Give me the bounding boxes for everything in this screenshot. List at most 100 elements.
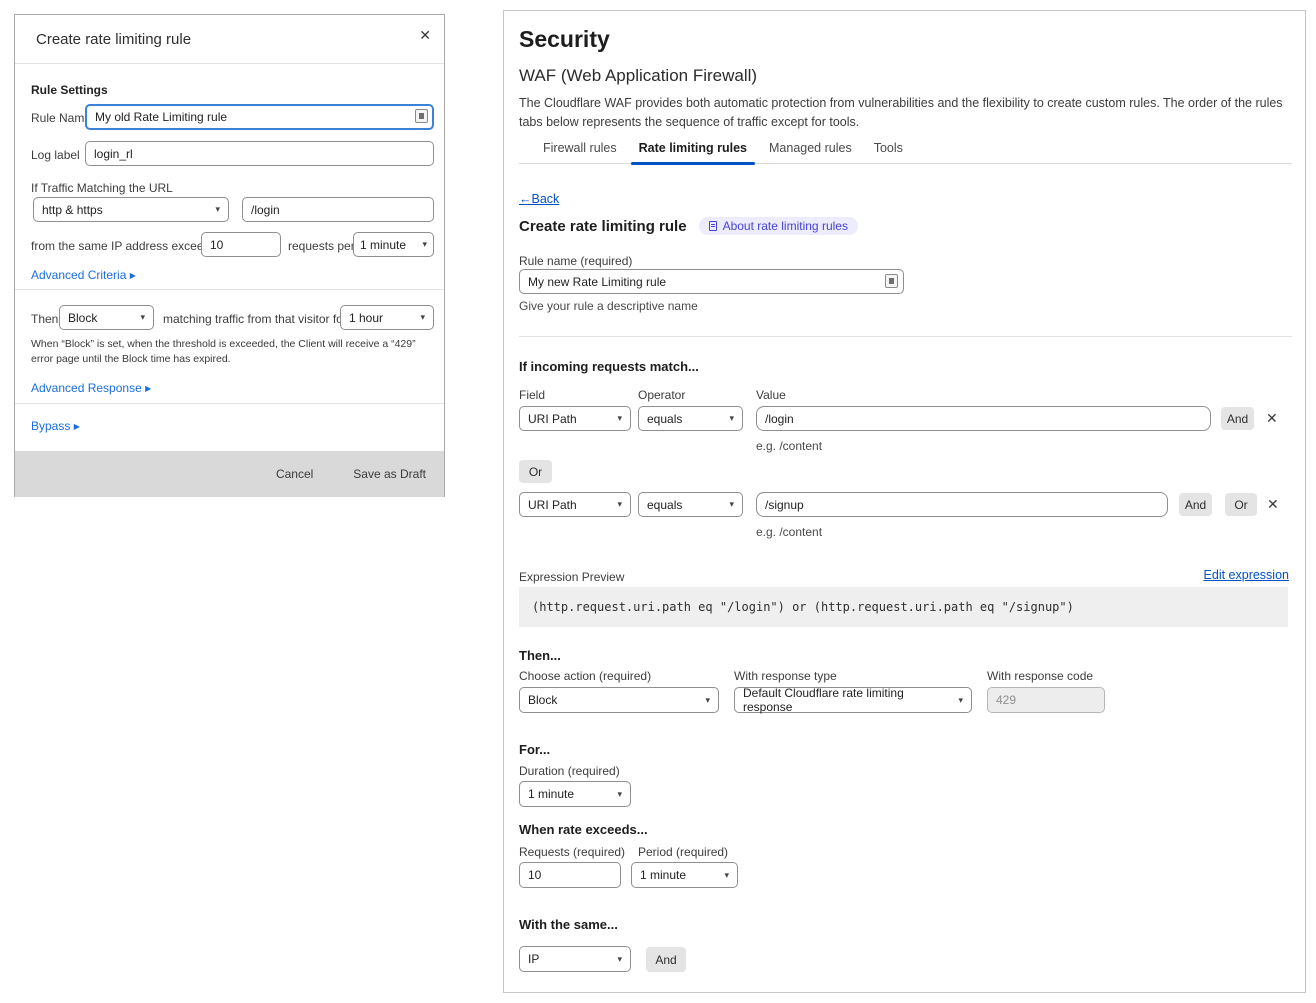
chevron-down-icon: ▾ bbox=[617, 499, 622, 510]
section-divider bbox=[15, 289, 444, 290]
value-input[interactable] bbox=[756, 492, 1168, 517]
advanced-response-link[interactable]: Advanced Response ▶ bbox=[31, 381, 151, 395]
and-characteristic-button[interactable]: And bbox=[646, 947, 686, 972]
operator-select[interactable]: equals ▾ bbox=[638, 492, 743, 517]
rule-name-helper: Give your rule a descriptive name bbox=[519, 299, 698, 313]
value-column-label: Value bbox=[756, 388, 786, 402]
requests-label: Requests (required) bbox=[519, 845, 625, 859]
then-section-heading: Then... bbox=[519, 648, 561, 663]
log-label-input[interactable] bbox=[85, 141, 434, 166]
caret-right-icon: ▶ bbox=[130, 271, 136, 280]
arrow-left-icon: ← bbox=[519, 192, 532, 206]
response-type-select[interactable]: Default Cloudflare rate limiting respons… bbox=[734, 687, 972, 713]
chevron-down-icon: ▾ bbox=[729, 413, 734, 424]
value-helper: e.g. /content bbox=[756, 439, 822, 453]
and-button[interactable]: And bbox=[1221, 407, 1254, 430]
chevron-down-icon: ▾ bbox=[729, 499, 734, 510]
response-type-label: With response type bbox=[734, 669, 837, 683]
duration-select[interactable]: 1 minute ▾ bbox=[519, 781, 631, 807]
bypass-link[interactable]: Bypass ▶ bbox=[31, 419, 80, 433]
value-input[interactable] bbox=[756, 406, 1211, 431]
chevron-down-icon: ▾ bbox=[705, 695, 710, 706]
autofill-icon bbox=[415, 109, 428, 123]
rule-name-input[interactable] bbox=[519, 269, 904, 294]
form-heading: Create rate limiting rule bbox=[519, 218, 687, 235]
period-label: Period (required) bbox=[638, 845, 728, 859]
field-column-label: Field bbox=[519, 388, 545, 402]
close-icon[interactable]: ✕ bbox=[419, 28, 431, 42]
edit-expression-link[interactable]: Edit expression bbox=[1204, 568, 1289, 582]
chevron-down-icon: ▾ bbox=[617, 789, 622, 800]
or-button[interactable]: Or bbox=[1225, 493, 1257, 516]
expression-code: (http.request.uri.path eq "/login") or (… bbox=[532, 600, 1074, 614]
tab-firewall-rules[interactable]: Firewall rules bbox=[543, 139, 617, 163]
security-waf-panel: Security WAF (Web Application Firewall) … bbox=[503, 10, 1306, 993]
chevron-down-icon: ▾ bbox=[617, 413, 622, 424]
form-divider bbox=[519, 336, 1292, 337]
cancel-button[interactable]: Cancel bbox=[276, 467, 313, 481]
period-select[interactable]: 1 minute ▾ bbox=[631, 862, 738, 888]
back-link[interactable]: ←Back bbox=[519, 192, 559, 206]
rules-tab-bar: Firewall rules Rate limiting rules Manag… bbox=[519, 139, 1292, 164]
traffic-matching-label: If Traffic Matching the URL bbox=[31, 181, 173, 195]
chevron-down-icon: ▾ bbox=[958, 695, 963, 706]
operator-select[interactable]: equals ▾ bbox=[638, 406, 743, 431]
ban-duration-select[interactable]: 1 hour ▾ bbox=[340, 305, 434, 330]
threshold-prefix-text: from the same IP address exceeds bbox=[31, 239, 216, 253]
chevron-down-icon: ▾ bbox=[422, 239, 427, 250]
rule-name-label: Rule Name bbox=[31, 111, 91, 125]
for-section-heading: For... bbox=[519, 742, 550, 757]
tab-tools[interactable]: Tools bbox=[874, 139, 903, 163]
document-icon bbox=[709, 221, 717, 231]
autofill-icon bbox=[885, 274, 898, 288]
rule-name-input[interactable] bbox=[85, 104, 434, 130]
scheme-select[interactable]: http & https ▾ bbox=[33, 197, 229, 222]
chevron-down-icon: ▾ bbox=[420, 312, 425, 323]
rule-settings-heading: Rule Settings bbox=[31, 83, 108, 97]
url-pattern-input[interactable] bbox=[242, 197, 434, 222]
response-code-input bbox=[987, 687, 1105, 713]
page-description: The Cloudflare WAF provides both automat… bbox=[519, 94, 1291, 132]
tab-managed-rules[interactable]: Managed rules bbox=[769, 139, 852, 163]
field-select[interactable]: URI Path ▾ bbox=[519, 406, 631, 431]
caret-right-icon: ▶ bbox=[145, 384, 151, 393]
block-note-text: When “Block” is set, when the threshold … bbox=[31, 337, 423, 366]
choose-action-label: Choose action (required) bbox=[519, 669, 651, 683]
advanced-criteria-link[interactable]: Advanced Criteria ▶ bbox=[31, 268, 136, 282]
chevron-down-icon: ▾ bbox=[215, 204, 220, 215]
threshold-period-select[interactable]: 1 minute ▾ bbox=[353, 232, 434, 257]
about-rate-limiting-rules-badge[interactable]: About rate limiting rules bbox=[699, 217, 858, 235]
threshold-requests-input[interactable] bbox=[201, 232, 281, 257]
log-label-label: Log label bbox=[31, 148, 80, 162]
chevron-down-icon: ▾ bbox=[617, 954, 622, 965]
rule-name-label: Rule name (required) bbox=[519, 254, 632, 268]
header-divider bbox=[15, 63, 444, 64]
requests-input[interactable] bbox=[519, 862, 621, 888]
field-select[interactable]: URI Path ▾ bbox=[519, 492, 631, 517]
chevron-down-icon: ▾ bbox=[724, 870, 729, 881]
expression-preview-label: Expression Preview bbox=[519, 570, 624, 584]
chevron-down-icon: ▾ bbox=[140, 312, 145, 323]
dialog-footer: Cancel Save as Draft bbox=[15, 451, 444, 497]
remove-condition-icon[interactable]: ✕ bbox=[1266, 411, 1278, 425]
expression-preview-box: (http.request.uri.path eq "/login") or (… bbox=[519, 587, 1288, 627]
same-section-heading: With the same... bbox=[519, 917, 618, 932]
and-button[interactable]: And bbox=[1179, 493, 1212, 516]
section-divider bbox=[15, 403, 444, 404]
or-connector-button[interactable]: Or bbox=[519, 460, 552, 483]
action-select[interactable]: Block ▾ bbox=[59, 305, 154, 330]
create-rate-limiting-rule-dialog: Create rate limiting rule ✕ Rule Setting… bbox=[14, 14, 445, 497]
rate-section-heading: When rate exceeds... bbox=[519, 822, 648, 837]
response-code-label: With response code bbox=[987, 669, 1093, 683]
save-as-draft-button[interactable]: Save as Draft bbox=[353, 467, 426, 481]
duration-label: Duration (required) bbox=[519, 764, 620, 778]
action-select[interactable]: Block ▾ bbox=[519, 687, 719, 713]
requests-per-text: requests per bbox=[288, 239, 355, 253]
operator-column-label: Operator bbox=[638, 388, 685, 402]
dialog-title: Create rate limiting rule bbox=[36, 31, 191, 48]
remove-condition-icon[interactable]: ✕ bbox=[1267, 497, 1279, 511]
tab-rate-limiting-rules[interactable]: Rate limiting rules bbox=[639, 139, 747, 163]
match-section-heading: If incoming requests match... bbox=[519, 359, 699, 374]
page-title: Security bbox=[519, 26, 610, 53]
characteristic-select[interactable]: IP ▾ bbox=[519, 946, 631, 972]
